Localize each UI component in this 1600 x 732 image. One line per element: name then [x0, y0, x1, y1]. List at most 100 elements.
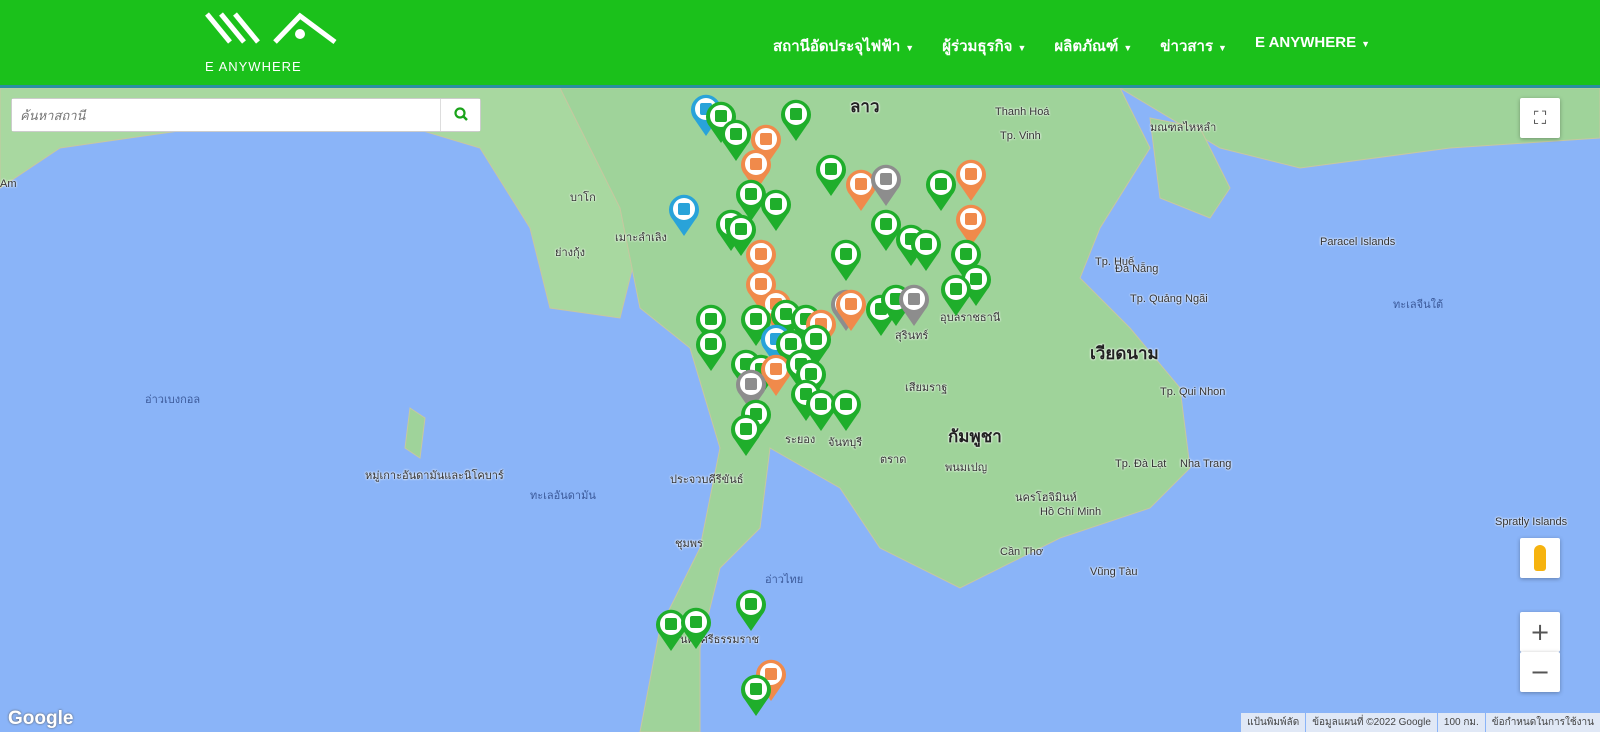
fullscreen-button[interactable]: ⛶ — [1520, 98, 1560, 138]
map-label-andaman_is: หมู่เกาะอันดามันและนิโคบาร์ — [365, 470, 504, 482]
map-label-phnompenh: พนมเปญ — [945, 462, 988, 474]
caret-down-icon: ▼ — [1218, 43, 1227, 53]
caret-down-icon: ▼ — [905, 43, 915, 53]
fullscreen-icon: ⛶ — [1533, 107, 1547, 129]
logo-text: E ANYWHERE — [205, 59, 302, 74]
nav-news[interactable]: ข่าวสาร ▼ — [1160, 34, 1227, 58]
station-marker-blue[interactable] — [668, 193, 700, 237]
zoom-in-button[interactable]: + — [1520, 612, 1560, 652]
station-marker-green[interactable] — [695, 328, 727, 372]
map-label-hainan: มณฑลไหหลำ — [1150, 122, 1217, 134]
station-marker-green[interactable] — [680, 606, 712, 650]
google-logo: Google — [8, 708, 74, 729]
map-pin-icon — [761, 189, 791, 231]
map-label-laos: ลาว — [850, 97, 880, 116]
station-marker-gray[interactable] — [898, 283, 930, 327]
nav-charging-stations[interactable]: สถานีอัดประจุไฟฟ้า ▼ — [773, 34, 914, 58]
map-pin-icon — [871, 164, 901, 206]
map-pin-icon — [816, 154, 846, 196]
nav-label: ผู้ร่วมธุรกิจ — [942, 38, 1013, 55]
map-label-spratly: Spratly Islands — [1495, 516, 1568, 528]
station-marker-green[interactable] — [830, 388, 862, 432]
nav-label: E ANYWHERE — [1254, 34, 1357, 51]
map-label-quangngai: Tp. Quảng Ngãi — [1130, 293, 1208, 305]
site-header: E ANYWHERE สถานีอัดประจุไฟฟ้า ▼ ผู้ร่วมธุ… — [0, 0, 1600, 88]
map-label-hcm_th: นครโฮจิมินห์ — [1015, 492, 1077, 504]
map-label-thanhhoa: Thanh Hoá — [995, 106, 1050, 118]
map-pin-icon — [941, 274, 971, 316]
map-label-paracel: Paracel Islands — [1320, 236, 1396, 248]
plus-icon: + — [1529, 618, 1551, 646]
map-pin-icon — [836, 289, 866, 331]
map-label-gulf: อ่าวไทย — [765, 574, 804, 586]
station-marker-green[interactable] — [780, 98, 812, 142]
map-label-trat: ตราด — [880, 454, 907, 466]
map-pin-icon — [741, 674, 771, 716]
map-label-vinh: Tp. Vinh — [1000, 130, 1041, 142]
map-pin-icon — [736, 589, 766, 631]
map-pin-icon — [911, 229, 941, 271]
caret-down-icon: ▼ — [1017, 43, 1027, 53]
minus-icon: − — [1529, 658, 1551, 686]
station-marker-green[interactable] — [760, 188, 792, 232]
map-canvas[interactable]: ลาวกัมพูชา เวียดนามอ่าวไทย ทะเลจีนใต้อ่าวเ… — [0, 88, 1600, 732]
map-label-rayong: ระยอง — [785, 434, 816, 446]
terms-link[interactable]: ข้อกำหนดในการใช้งาน — [1485, 713, 1600, 732]
map-label-bago: บาโก — [570, 192, 596, 204]
keyboard-shortcuts-link[interactable]: แป้นพิมพ์ลัด — [1241, 713, 1306, 732]
nav-label: ข่าวสาร — [1160, 38, 1214, 55]
search-input[interactable] — [12, 99, 440, 131]
station-marker-green[interactable] — [730, 413, 762, 457]
map-pin-icon — [731, 414, 761, 456]
map-label-vungtau: Vũng Tàu — [1090, 566, 1138, 578]
station-marker-orange[interactable] — [835, 288, 867, 332]
map-pin-icon — [831, 389, 861, 431]
map-label-chanthaburi: จันทบุรี — [828, 437, 863, 449]
station-search — [11, 98, 481, 132]
station-marker-green[interactable] — [940, 273, 972, 317]
map-label-danang: Đà Nẵng — [1115, 263, 1159, 275]
map-pin-icon — [956, 159, 986, 201]
nav-label: สถานีอัดประจุไฟฟ้า — [773, 38, 901, 55]
station-marker-green[interactable] — [735, 588, 767, 632]
nav-products[interactable]: ผลิตภัณฑ์ ▼ — [1054, 34, 1132, 58]
map-pin-icon — [681, 607, 711, 649]
map-label-surin: สุรินทร์ — [895, 330, 929, 342]
map-pin-icon — [926, 169, 956, 211]
map-label-quinhon: Tp. Qui Nhon — [1160, 386, 1226, 398]
main-nav: สถานีอัดประจุไฟฟ้า ▼ ผู้ร่วมธุรกิจ ▼ ผลิตภ… — [773, 34, 1370, 58]
map-label-vietnam: เวียดนาม — [1090, 344, 1159, 363]
logo[interactable]: E ANYWHERE — [205, 12, 340, 74]
map-pin-icon — [696, 329, 726, 371]
map-pin-icon — [781, 99, 811, 141]
logo-mark-icon — [205, 12, 337, 45]
nav-partners[interactable]: ผู้ร่วมธุรกิจ ▼ — [942, 34, 1026, 58]
station-marker-gray[interactable] — [870, 163, 902, 207]
station-marker-green[interactable] — [815, 153, 847, 197]
search-icon — [453, 106, 468, 124]
station-marker-orange[interactable] — [955, 158, 987, 202]
map-label-bengal: อ่าวเบงกอล — [145, 394, 201, 406]
map-label-prachuap: ประจวบคีรีขันธ์ — [670, 474, 744, 486]
station-marker-green[interactable] — [740, 673, 772, 717]
station-marker-green[interactable] — [910, 228, 942, 272]
map-label-chumphon: ชุมพร — [675, 538, 703, 550]
map-label-andaman_sea: ทะเลอันดามัน — [530, 490, 596, 502]
scale-bar[interactable]: 100 กม. — [1437, 713, 1485, 732]
map-label-scs: ทะเลจีนใต้ — [1393, 299, 1444, 311]
zoom-out-button[interactable]: − — [1520, 652, 1560, 692]
map-label-hongkong: Am — [0, 178, 17, 190]
pegman-icon — [1534, 545, 1546, 571]
map-label-nhatrang: Nha Trang — [1180, 458, 1232, 470]
station-marker-green[interactable] — [925, 168, 957, 212]
map-label-cantho: Cần Thơ — [1000, 546, 1044, 558]
map-label-dalat: Tp. Đà Lạt — [1115, 458, 1167, 470]
nav-ea-anywhere[interactable]: E ANYWHERE ▼ — [1255, 34, 1370, 58]
street-view-pegman[interactable] — [1520, 538, 1560, 578]
search-button[interactable] — [440, 99, 480, 131]
map-label-myawaddy: เมาะลำเลิง — [615, 232, 667, 244]
map-label-cambodia: กัมพูชา — [948, 427, 1002, 446]
nav-label: ผลิตภัณฑ์ — [1054, 38, 1119, 55]
station-marker-green[interactable] — [830, 238, 862, 282]
map-attribution: แป้นพิมพ์ลัด ข้อมูลแผนที่ ©2022 Google 1… — [1240, 713, 1600, 732]
